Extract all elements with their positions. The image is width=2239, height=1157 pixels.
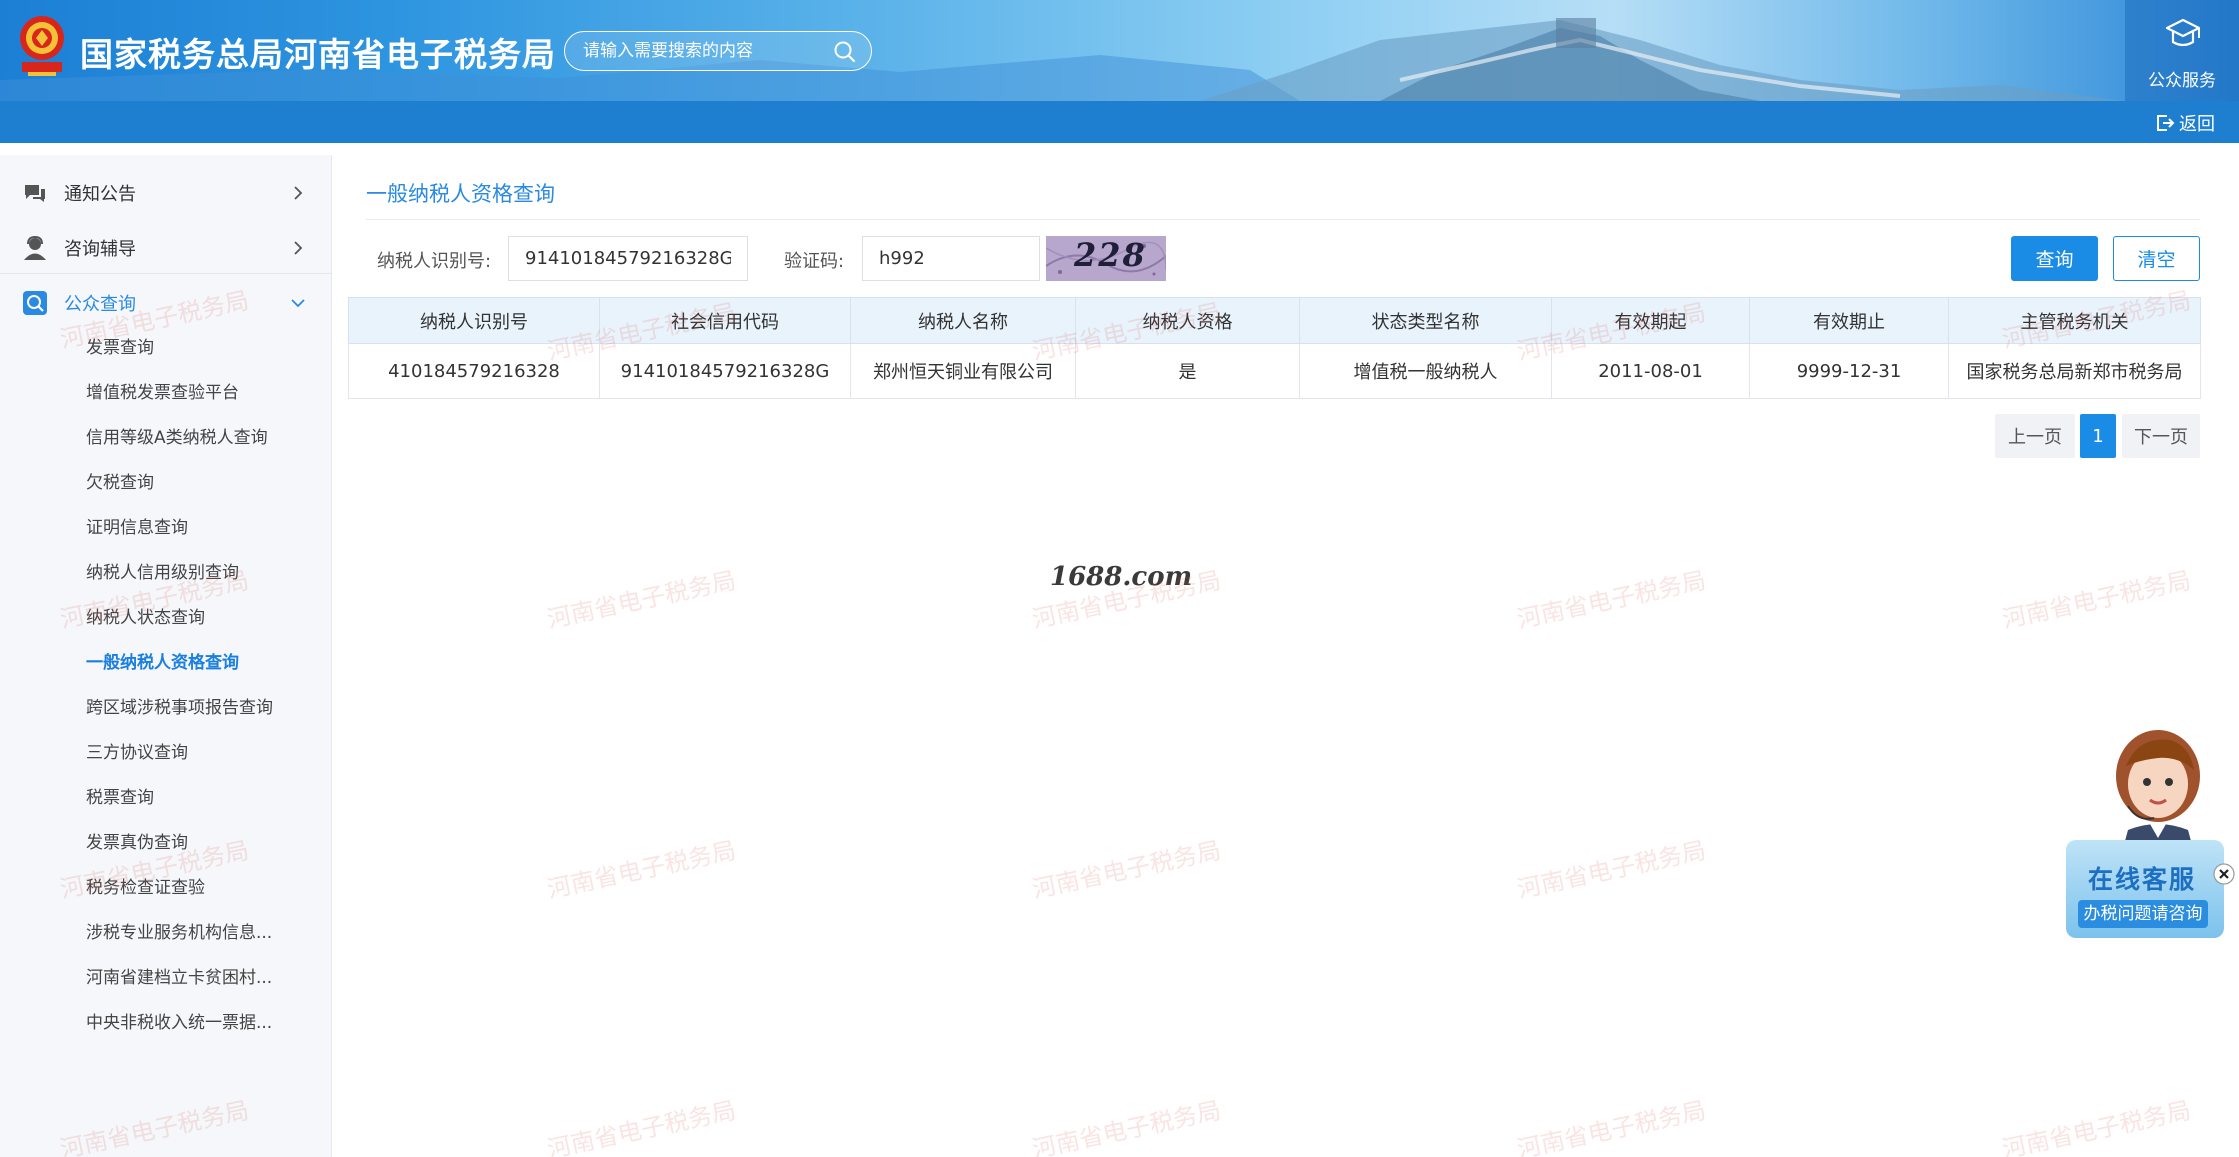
national-emblem-icon xyxy=(20,16,64,76)
sidebar-item-inspection-cert[interactable]: 税务检查证查验 xyxy=(86,876,205,900)
sidebar-item-vat-invoice-check[interactable]: 增值税发票查验平台 xyxy=(86,381,239,405)
result-table: 纳税人识别号 社会信用代码 纳税人名称 纳税人资格 状态类型名称 有效期起 有效… xyxy=(348,297,2201,399)
graduation-cap-icon xyxy=(2165,18,2201,47)
public-service-button[interactable]: 公众服务 xyxy=(2125,0,2239,101)
consult-user-icon xyxy=(24,235,46,260)
table-cell: 9999-12-31 xyxy=(1749,343,1949,399)
captcha-input[interactable] xyxy=(862,236,1040,281)
table-cell: 增值税一般纳税人 xyxy=(1299,343,1552,399)
taxpayer-id-label: 纳税人识别号: xyxy=(377,251,492,272)
sidebar-item-certificate-query[interactable]: 证明信息查询 xyxy=(86,516,188,540)
service-title: 在线客服 xyxy=(2088,865,2197,894)
current-page-button[interactable]: 1 xyxy=(2080,414,2116,458)
search-icon[interactable] xyxy=(833,40,857,64)
title-divider xyxy=(366,219,2200,220)
customer-service-agent-icon xyxy=(2116,730,2200,852)
column-header: 有效期止 xyxy=(1749,297,1949,344)
captcha-text: 228 xyxy=(1074,236,1147,274)
logout-icon xyxy=(2157,115,2175,131)
sidebar-item-invoice-query[interactable]: 发票查询 xyxy=(86,336,154,360)
chevron-right-icon xyxy=(294,240,303,255)
sidebar-item-credit-level[interactable]: 纳税人信用级别查询 xyxy=(86,561,239,585)
site-watermark: 1688.com xyxy=(1050,562,1193,592)
sidebar-group-consult[interactable]: 咨询辅导 xyxy=(0,220,332,275)
overlay-watermark: 河南省电子税务局 xyxy=(1029,836,1224,904)
overlay-watermark: 河南省电子税务局 xyxy=(1029,1096,1224,1157)
sidebar-group-label: 咨询辅导 xyxy=(64,238,136,260)
sidebar-item-tax-receipt[interactable]: 税票查询 xyxy=(86,786,154,810)
search-box[interactable] xyxy=(564,31,872,71)
sidebar-group-public-query[interactable]: 公众查询 xyxy=(0,275,332,330)
sidebar-item-poverty-village[interactable]: 河南省建档立卡贫困村... xyxy=(86,966,272,990)
back-label: 返回 xyxy=(2179,114,2215,135)
overlay-watermark: 河南省电子税务局 xyxy=(1514,1096,1709,1157)
sidebar-item-tripartite[interactable]: 三方协议查询 xyxy=(86,741,188,765)
service-subtitle[interactable]: 办税问题请咨询 xyxy=(2078,900,2208,928)
site-title: 国家税务总局河南省电子税务局 xyxy=(80,35,556,74)
sidebar-item-service-agency[interactable]: 涉税专业服务机构信息... xyxy=(86,921,272,945)
chevron-right-icon xyxy=(294,185,303,200)
table-cell: 是 xyxy=(1075,343,1300,399)
public-service-label: 公众服务 xyxy=(2148,71,2216,91)
online-service-widget[interactable]: 在线客服 办税问题请咨询 xyxy=(2062,726,2239,956)
close-icon[interactable] xyxy=(2212,862,2236,886)
prev-page-button[interactable]: 上一页 xyxy=(1995,414,2075,458)
captcha-image[interactable]: 228 xyxy=(1046,236,1166,281)
page-title: 一般纳税人资格查询 xyxy=(366,182,555,206)
overlay-watermark: 河南省电子税务局 xyxy=(544,836,739,904)
table-cell: 410184579216328 xyxy=(348,343,600,399)
sidebar-item-tax-arrears[interactable]: 欠税查询 xyxy=(86,471,154,495)
sidebar-group-notices[interactable]: 通知公告 xyxy=(0,165,332,220)
sidebar-divider xyxy=(0,273,332,274)
sidebar-group-label: 公众查询 xyxy=(64,293,136,315)
overlay-watermark: 河南省电子税务局 xyxy=(544,566,739,634)
overlay-watermark: 河南省电子税务局 xyxy=(1999,566,2194,634)
column-header: 主管税务机关 xyxy=(1948,297,2201,344)
back-link[interactable]: 返回 xyxy=(2155,110,2215,136)
sidebar: 通知公告 咨询辅导 公众查询 发票查询 增值税发票查验平台 信用等级A类纳税人查… xyxy=(0,155,332,1157)
clear-button[interactable]: 清空 xyxy=(2113,236,2200,281)
chevron-down-icon xyxy=(291,298,305,307)
header: 国家税务总局河南省电子税务局 公众服务 返回 xyxy=(0,0,2239,143)
overlay-watermark: 河南省电子税务局 xyxy=(1999,1096,2194,1157)
search-input[interactable] xyxy=(583,40,823,62)
overlay-watermark: 河南省电子税务局 xyxy=(1514,566,1709,634)
captcha-label: 验证码: xyxy=(784,251,845,272)
column-header: 社会信用代码 xyxy=(599,297,851,344)
sidebar-group-label: 通知公告 xyxy=(64,183,136,205)
sidebar-item-credit-a-query[interactable]: 信用等级A类纳税人查询 xyxy=(86,426,268,450)
header-nav-bar xyxy=(0,101,2239,143)
table-cell: 2011-08-01 xyxy=(1551,343,1750,399)
query-button[interactable]: 查询 xyxy=(2011,236,2098,281)
sidebar-item-general-taxpayer[interactable]: 一般纳税人资格查询 xyxy=(86,651,239,675)
sidebar-item-invoice-authenticity[interactable]: 发票真伪查询 xyxy=(86,831,188,855)
column-header: 状态类型名称 xyxy=(1299,297,1552,344)
sidebar-item-taxpayer-status[interactable]: 纳税人状态查询 xyxy=(86,606,205,630)
column-header: 纳税人名称 xyxy=(850,297,1076,344)
table-cell: 91410184579216328G xyxy=(599,343,851,399)
table-cell: 郑州恒天铜业有限公司 xyxy=(850,343,1076,399)
next-page-button[interactable]: 下一页 xyxy=(2122,414,2200,458)
column-header: 纳税人识别号 xyxy=(348,297,600,344)
message-icon xyxy=(25,184,45,202)
table-row: 410184579216328 91410184579216328G 郑州恒天铜… xyxy=(348,343,2201,399)
sidebar-item-cross-region[interactable]: 跨区域涉税事项报告查询 xyxy=(86,696,273,720)
column-header: 纳税人资格 xyxy=(1075,297,1300,344)
table-cell: 国家税务总局新郑市税务局 xyxy=(1948,343,2201,399)
table-header-row: 纳税人识别号 社会信用代码 纳税人名称 纳税人资格 状态类型名称 有效期起 有效… xyxy=(348,297,2201,344)
taxpayer-id-input[interactable] xyxy=(508,236,748,281)
overlay-watermark: 河南省电子税务局 xyxy=(1514,836,1709,904)
column-header: 有效期起 xyxy=(1551,297,1750,344)
sidebar-item-nontax-bill[interactable]: 中央非税收入统一票据... xyxy=(86,1011,272,1035)
search-query-icon xyxy=(23,290,47,315)
overlay-watermark: 河南省电子税务局 xyxy=(544,1096,739,1157)
